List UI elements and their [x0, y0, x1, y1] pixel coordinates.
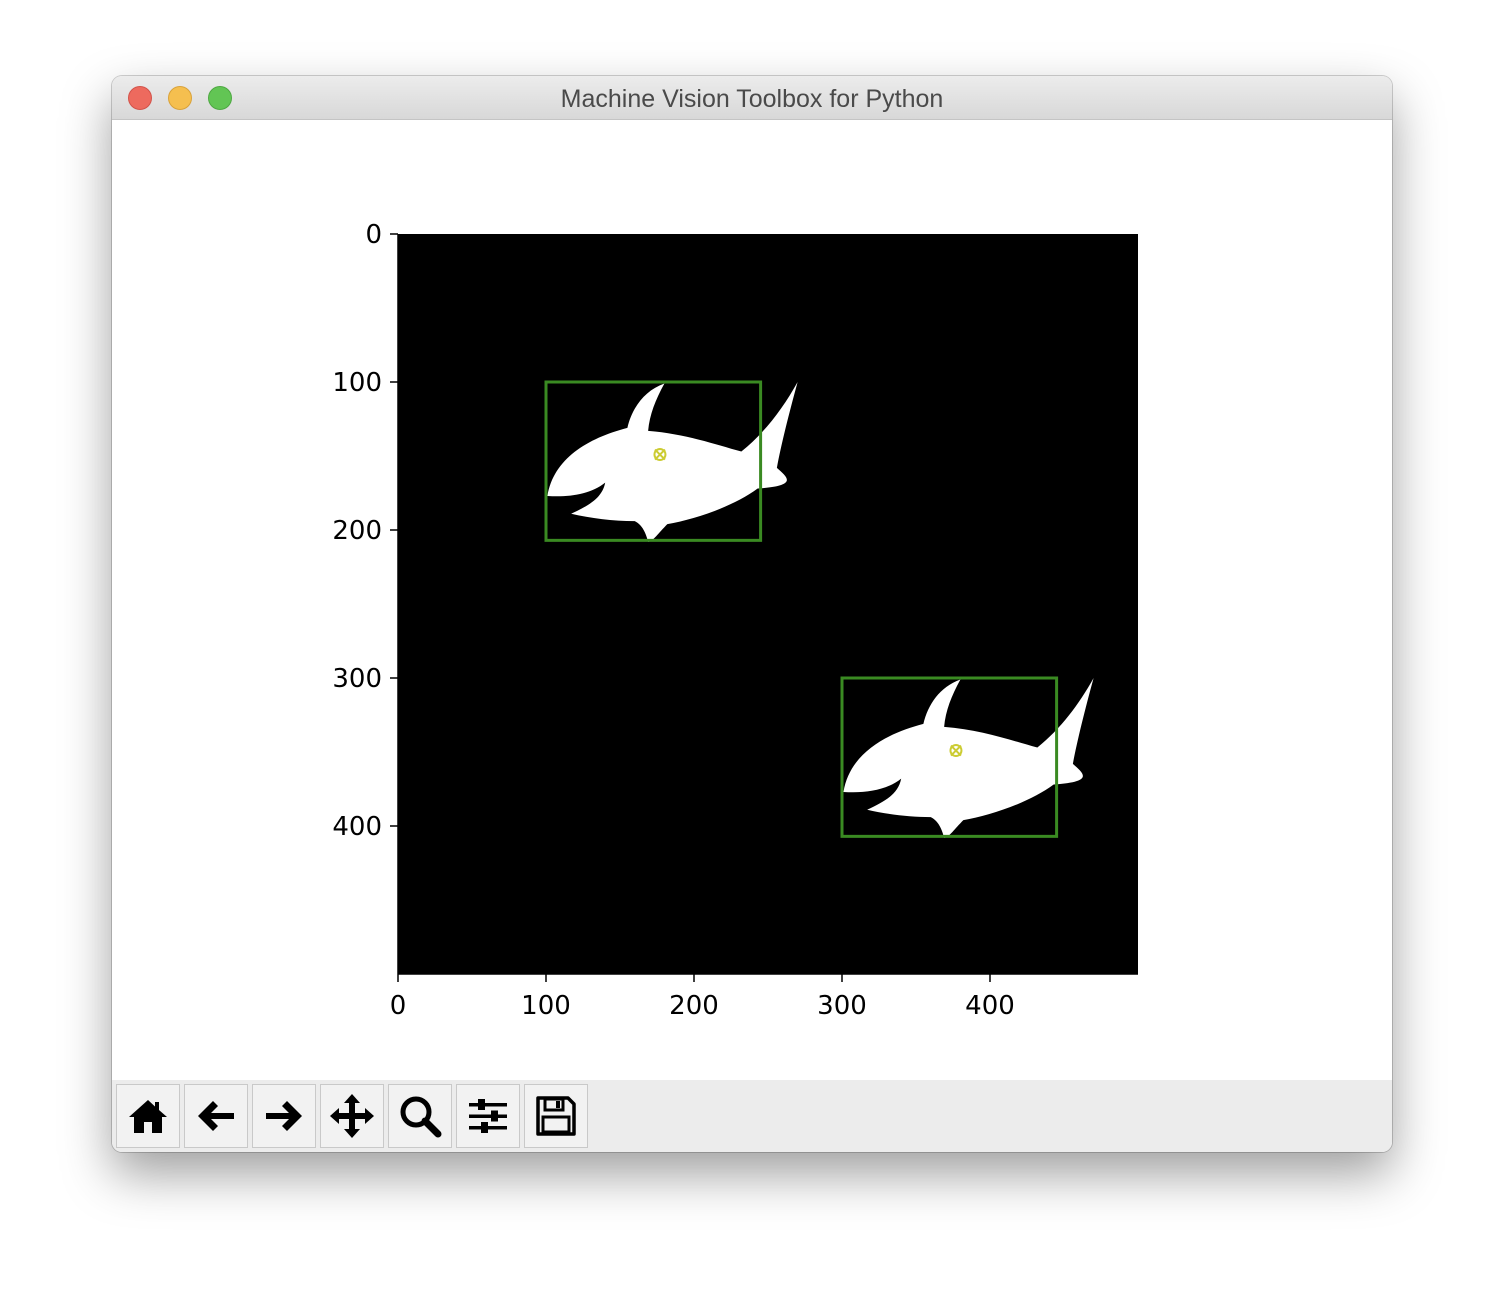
x-tick-label-100: 100	[521, 991, 571, 1021]
title-bar[interactable]: Machine Vision Toolbox for Python	[112, 76, 1392, 120]
y-tick-label-100: 100	[332, 368, 382, 398]
y-tick-label-300: 300	[332, 664, 382, 694]
centroid-cross-a-2	[950, 744, 962, 757]
forward-button[interactable]	[252, 1084, 316, 1148]
centroid-marker-2	[949, 744, 963, 758]
configure-subplots-button[interactable]	[456, 1084, 520, 1148]
navigation-toolbar	[112, 1080, 1392, 1152]
x-tick-label-200: 200	[669, 991, 719, 1021]
x-tick-label-0: 0	[390, 991, 407, 1021]
plot-title: shark2.png	[675, 232, 861, 271]
figure-canvas[interactable]: shark2.png 0 100 200 300 400 0 100 200 300 400	[112, 120, 1392, 1080]
centroid-cross-a-1	[654, 448, 666, 461]
sliders-icon	[469, 1099, 507, 1133]
shark-blob-2	[843, 678, 1094, 838]
save-button[interactable]	[524, 1084, 588, 1148]
y-tick-label-400: 400	[332, 812, 382, 842]
home-button[interactable]	[116, 1084, 180, 1148]
centroid-cross-b-2	[950, 744, 962, 757]
magnifier-icon	[400, 1096, 442, 1138]
centroid-marker-1	[653, 448, 667, 462]
pan-arrows-icon	[330, 1094, 374, 1138]
x-tick-label-300: 300	[817, 991, 867, 1021]
forward-arrow-icon	[266, 1101, 302, 1131]
x-tick-label-400: 400	[965, 991, 1015, 1021]
bounding-box-2	[840, 676, 1059, 838]
bounding-box-1	[544, 380, 763, 542]
app-window: Machine Vision Toolbox for Python shark2…	[112, 76, 1392, 1152]
centroid-cross-b-1	[654, 448, 666, 461]
y-tick-label-200: 200	[332, 516, 382, 546]
floppy-disk-icon	[536, 1096, 576, 1136]
image-area	[398, 234, 1138, 974]
home-icon	[129, 1100, 167, 1133]
y-tick-label-0: 0	[365, 220, 382, 250]
back-arrow-icon	[198, 1101, 234, 1131]
zoom-button[interactable]	[388, 1084, 452, 1148]
window-title: Machine Vision Toolbox for Python	[560, 85, 944, 113]
back-button[interactable]	[184, 1084, 248, 1148]
pan-button[interactable]	[320, 1084, 384, 1148]
shark-blob-1	[547, 382, 798, 542]
